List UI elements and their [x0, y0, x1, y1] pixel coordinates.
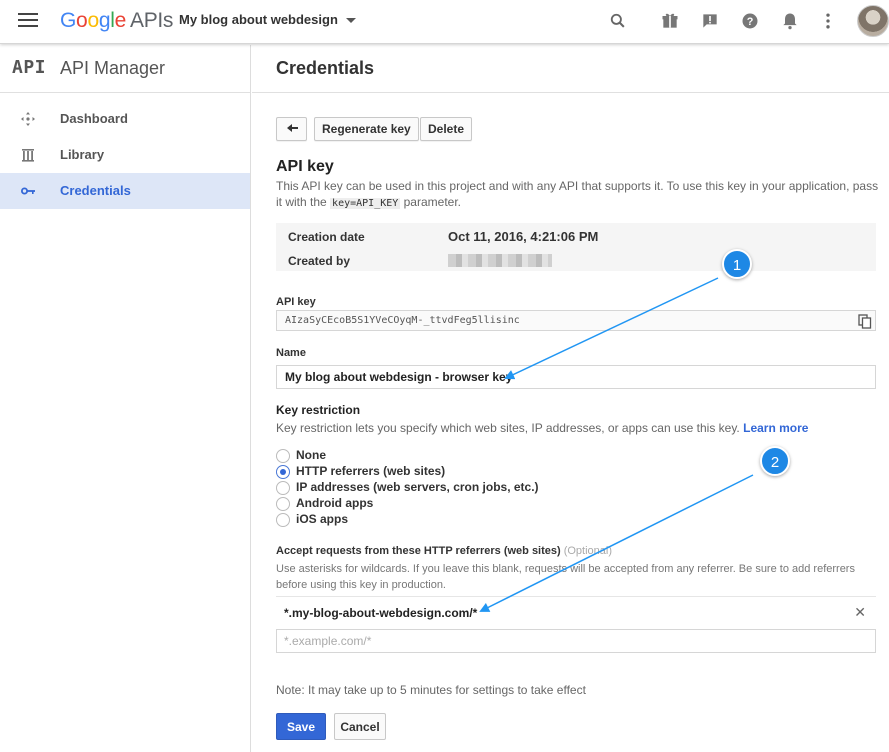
top-app-bar: Google APIs My blog about webdesign ?: [0, 0, 889, 44]
library-icon: [22, 149, 34, 162]
back-button[interactable]: [276, 117, 307, 141]
menu-icon[interactable]: [18, 13, 38, 29]
referrer-entry: *.my-blog-about-webdesign.com/* ✕: [276, 596, 876, 628]
key-restriction-text: Key restriction lets you specify which w…: [276, 421, 740, 435]
api-manager-icon: API: [12, 57, 47, 78]
sidebar-item-label: Credentials: [60, 183, 131, 198]
svg-text:?: ?: [747, 16, 754, 28]
annotation-badge-1: 1: [722, 249, 752, 279]
project-selector[interactable]: My blog about webdesign: [179, 12, 356, 27]
api-key-description: This API key can be used in this project…: [276, 178, 881, 212]
radio-label: IP addresses (web servers, cron jobs, et…: [296, 480, 539, 494]
radio-button[interactable]: [276, 513, 290, 527]
project-name: My blog about webdesign: [179, 12, 338, 27]
key-icon: [21, 187, 35, 195]
radio-label: None: [296, 448, 326, 462]
logo-apis-text: APIs: [129, 9, 174, 32]
sidebar-nav: Dashboard Library Credentials: [0, 93, 250, 209]
description-text-end: parameter.: [403, 195, 461, 209]
referrer-value: *.my-blog-about-webdesign.com/*: [284, 606, 478, 620]
api-key-heading: API key: [276, 158, 334, 175]
referrer-input-field[interactable]: [276, 629, 876, 653]
logo-google-text: Google: [60, 9, 126, 32]
key-metadata: Creation date Oct 11, 2016, 4:21:06 PM C…: [276, 223, 876, 271]
gift-icon[interactable]: [660, 11, 680, 31]
more-vert-icon[interactable]: [818, 11, 838, 31]
created-by-label: Created by: [288, 254, 351, 268]
notifications-icon[interactable]: [780, 11, 800, 31]
key-restriction-description: Key restriction lets you specify which w…: [276, 421, 808, 435]
accept-referrers-heading: Accept requests from these HTTP referrer…: [276, 545, 612, 557]
avatar[interactable]: [857, 5, 889, 37]
radio-button[interactable]: [276, 449, 290, 463]
alert-icon[interactable]: [700, 11, 720, 31]
sidebar-item-credentials[interactable]: Credentials: [0, 173, 250, 209]
name-label: Name: [276, 347, 306, 359]
delete-button[interactable]: Delete: [420, 117, 473, 141]
chevron-down-icon: [345, 18, 356, 24]
settings-note: Note: It may take up to 5 minutes for se…: [276, 683, 586, 697]
key-restriction-heading: Key restriction: [276, 403, 361, 417]
description-code: key=API_KEY: [330, 198, 401, 209]
radio-label: iOS apps: [296, 512, 349, 526]
api-key-value: AIzaSyCEcoB5S1YVeCOyqM-_ttvdFeg5llisinc: [285, 315, 520, 326]
google-apis-logo[interactable]: Google APIs: [60, 9, 173, 33]
annotation-badge-2: 2: [760, 446, 790, 476]
save-button[interactable]: Save: [276, 713, 326, 740]
sidebar-item-library[interactable]: Library: [0, 137, 250, 173]
creation-date-label: Creation date: [288, 230, 365, 244]
main-content: Credentials Regenerate key Delete API ke…: [252, 45, 889, 752]
api-key-field[interactable]: AIzaSyCEcoB5S1YVeCOyqM-_ttvdFeg5llisinc: [276, 310, 876, 331]
sidebar-title: API Manager: [60, 58, 166, 78]
copy-icon[interactable]: [857, 313, 873, 329]
api-key-label: API key: [276, 296, 316, 308]
optional-label: (Optional): [563, 545, 612, 557]
dashboard-icon: [21, 112, 35, 126]
radio-button[interactable]: [276, 497, 290, 511]
creation-date-value: Oct 11, 2016, 4:21:06 PM: [448, 229, 599, 244]
learn-more-link[interactable]: Learn more: [743, 421, 808, 435]
sidebar-item-label: Library: [60, 147, 105, 162]
search-icon[interactable]: [608, 11, 628, 31]
name-field[interactable]: My blog about webdesign - browser key: [276, 365, 876, 389]
radio-button[interactable]: [276, 465, 290, 479]
cancel-button[interactable]: Cancel: [334, 713, 386, 740]
created-by-redacted: [448, 254, 552, 267]
page-title: Credentials: [252, 45, 889, 93]
arrow-back-icon: [287, 124, 298, 132]
sidebar-header: API API Manager: [0, 45, 250, 93]
radio-label: HTTP referrers (web sites): [296, 464, 446, 478]
close-icon[interactable]: ✕: [854, 604, 866, 621]
sidebar: API API Manager Dashboard Library Creden…: [0, 45, 251, 752]
help-icon[interactable]: ?: [740, 11, 760, 31]
accept-referrers-description: Use asterisks for wildcards. If you leav…: [276, 563, 855, 591]
regenerate-key-button[interactable]: Regenerate key: [314, 117, 419, 141]
sidebar-item-label: Dashboard: [60, 111, 128, 126]
sidebar-item-dashboard[interactable]: Dashboard: [0, 101, 250, 137]
name-value: My blog about webdesign - browser key: [285, 370, 513, 384]
radio-button[interactable]: [276, 481, 290, 495]
referrer-input[interactable]: [284, 634, 864, 648]
radio-label: Android apps: [296, 496, 374, 510]
accept-referrers-title: Accept requests from these HTTP referrer…: [276, 545, 561, 557]
